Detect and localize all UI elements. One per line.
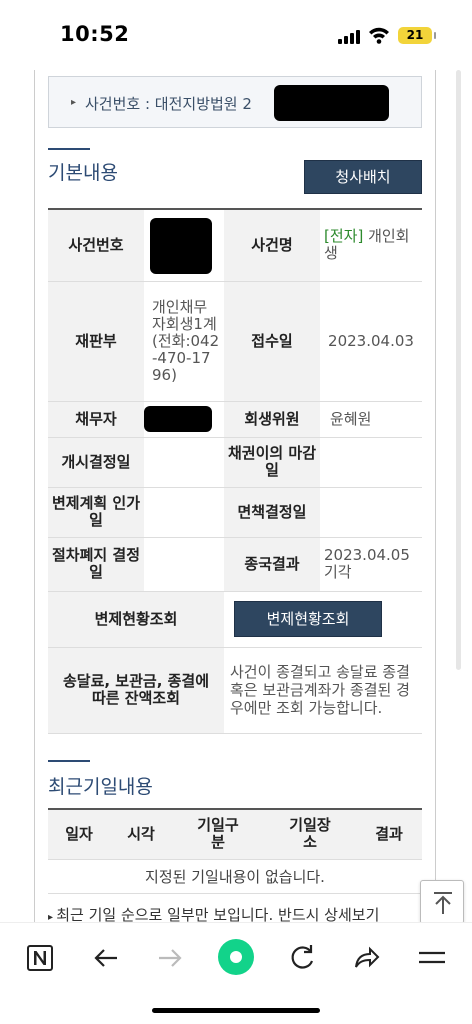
scroll-top-icon [434, 892, 452, 914]
abolish-decision-label: 절차폐지 결정일 [48, 537, 144, 592]
home-indicator [152, 1008, 320, 1013]
received-label: 접수일 [224, 281, 320, 402]
section-title-recent: 최근기일내용 [48, 776, 153, 798]
status-bar: 10:52 21 [0, 0, 472, 70]
table-row: 채무자 회생위원 윤혜원 [48, 401, 422, 438]
table-row: 재판부 개인채무자회생1계 (전화:042-470-1796) 접수일 2023… [48, 281, 422, 402]
recent-note-text: 최근 기일 순으로 일부만 보입니다. 반드시 상세보기 [56, 906, 380, 922]
col-result: 결과 [356, 809, 422, 860]
plan-approval-label: 변제계획 인가일 [48, 487, 144, 538]
objection-deadline-value [320, 437, 422, 488]
debtor-label: 채무자 [48, 401, 144, 438]
redacted-block [144, 405, 212, 432]
forward-icon[interactable] [152, 939, 188, 975]
abolish-decision-value [144, 537, 224, 592]
section-line [48, 760, 90, 762]
final-result-label: 종국결과 [224, 537, 320, 592]
section-title-basic: 기본내용 [48, 162, 118, 184]
empty-message: 지정된 기일내용이 없습니다. [48, 859, 422, 894]
committee-value: 윤혜원 [320, 401, 422, 438]
battery-icon: 21 [398, 27, 436, 44]
status-time: 10:52 [60, 22, 130, 46]
start-decision-label: 개시결정일 [48, 437, 144, 488]
recent-dates-table: 일자 시각 기일구분 기일장소 결과 지정된 기일내용이 없습니다. [48, 808, 422, 894]
redacted-block [274, 85, 389, 121]
balance-inquiry-value: 사건이 종결되고 송달료 종결 혹은 보관금계좌가 종결된 경우에만 조회 가능… [224, 647, 422, 734]
debtor-value [144, 401, 224, 438]
naver-n-icon[interactable] [22, 939, 58, 975]
start-decision-value [144, 437, 224, 488]
table-row: 송달료, 보관금, 종결에 따른 잔액조회 사건이 종결되고 송달료 종결 혹은… [48, 647, 422, 734]
discharge-decision-label: 면책결정일 [224, 487, 320, 538]
case-number-text: 사건번호 : 대전지방법원 2 [85, 95, 252, 113]
table-row: 개시결정일 채권이의 마감일 [48, 437, 422, 488]
case-number-box: ▸ 사건번호 : 대전지방법원 2 [48, 76, 422, 128]
bullet-arrow-icon: ▸ [71, 97, 77, 108]
col-type: 기일구분 [172, 809, 264, 860]
table-header-row: 일자 시각 기일구분 기일장소 결과 [48, 809, 422, 860]
committee-label: 회생위원 [224, 401, 320, 438]
signal-icon [338, 30, 360, 44]
col-date: 일자 [48, 809, 110, 860]
table-row: 변제계획 인가일 면책결정일 [48, 487, 422, 538]
web-page: ▸ 사건번호 : 대전지방법원 2 기본내용 청사배치 사건번호 사건명 [전자… [0, 70, 472, 922]
electronic-tag: [전자] [324, 227, 364, 246]
col-time: 시각 [110, 809, 172, 860]
repayment-label: 변제현황조회 [48, 591, 224, 648]
recent-note: ▸ 최근 기일 순으로 일부만 보입니다. 반드시 상세보기 [48, 904, 379, 922]
share-icon[interactable] [348, 939, 384, 975]
back-icon[interactable] [88, 939, 124, 975]
final-result-value: 2023.04.05 기각 [320, 537, 422, 592]
table-row: 변제현황조회 변제현황조회 [48, 591, 422, 648]
balance-inquiry-label: 송달료, 보관금, 종결에 따른 잔액조회 [48, 647, 224, 734]
page-scrollbar[interactable] [456, 70, 461, 670]
court-value: 개인채무자회생1계 (전화:042-470-1796) [144, 281, 224, 402]
table-row: 지정된 기일내용이 없습니다. [48, 859, 422, 894]
basic-info-table: 사건번호 사건명 [전자] 개인회생 재판부 개인채무자회생1계 (전화:042… [48, 208, 422, 734]
case-no-label: 사건번호 [48, 209, 144, 282]
bullet-arrow-icon: ▸ [48, 912, 57, 922]
reload-icon[interactable] [284, 939, 320, 975]
section-line [48, 148, 90, 150]
redacted-block [150, 218, 212, 274]
green-dot-icon[interactable] [216, 937, 256, 977]
objection-deadline-label: 채권이의 마감일 [224, 437, 320, 488]
repayment-cell: 변제현황조회 [224, 591, 422, 648]
wifi-icon [369, 27, 389, 44]
plan-approval-value [144, 487, 224, 538]
discharge-decision-value [320, 487, 422, 538]
court-label: 재판부 [48, 281, 144, 402]
col-place: 기일장소 [264, 809, 356, 860]
case-name-label: 사건명 [224, 209, 320, 282]
scroll-top-button[interactable] [420, 880, 464, 922]
repayment-status-button[interactable]: 변제현황조회 [234, 601, 382, 637]
case-no-value [144, 209, 224, 282]
case-name-value: [전자] 개인회생 [320, 209, 422, 282]
received-value: 2023.04.03 [320, 281, 422, 402]
menu-icon[interactable] [414, 939, 450, 975]
table-row: 절차폐지 결정일 종국결과 2023.04.05 기각 [48, 537, 422, 592]
table-row: 사건번호 사건명 [전자] 개인회생 [48, 209, 422, 282]
court-assignment-button[interactable]: 청사배치 [304, 160, 422, 194]
